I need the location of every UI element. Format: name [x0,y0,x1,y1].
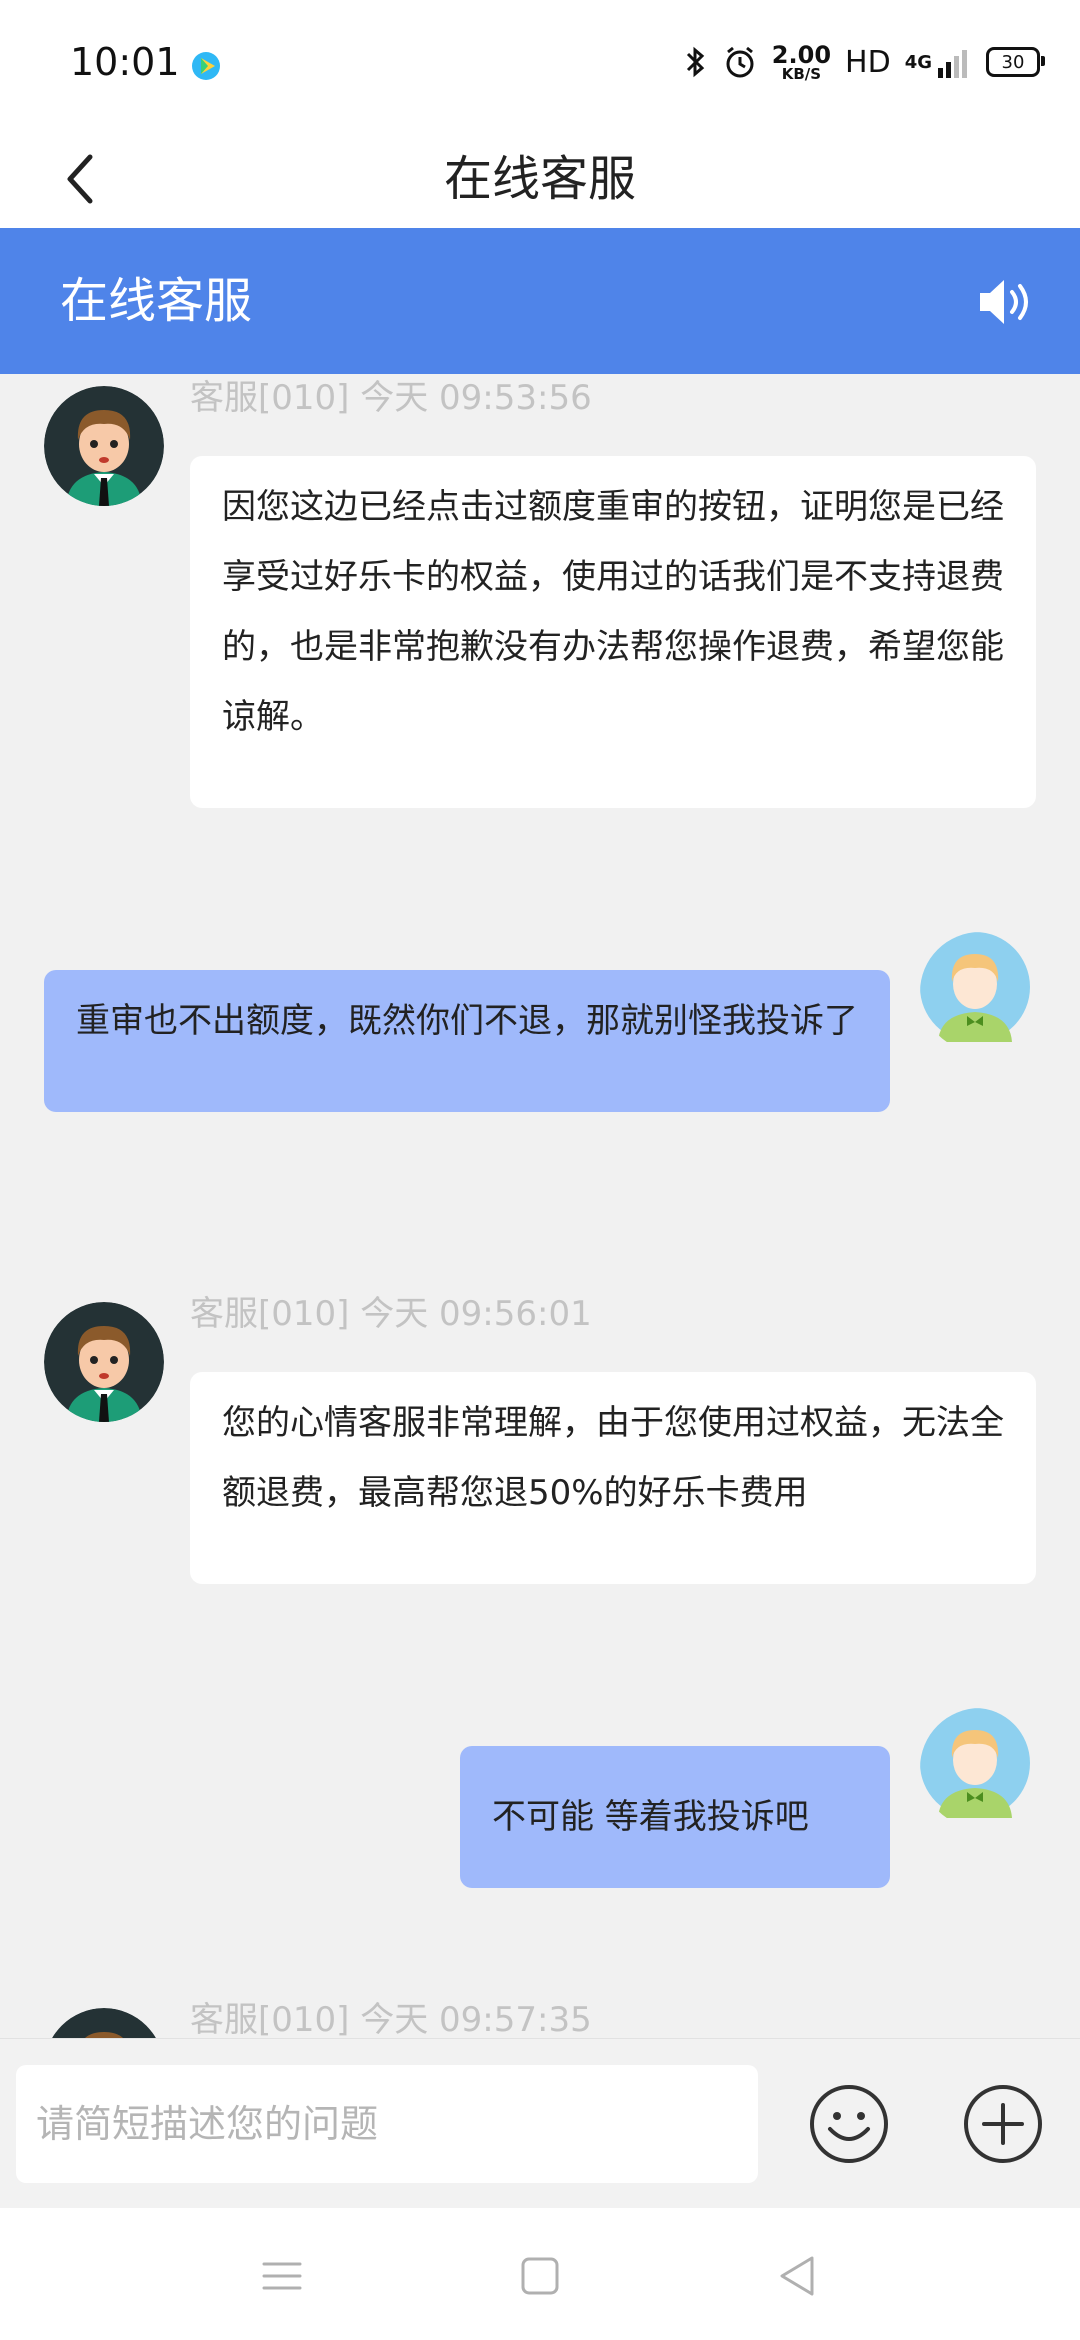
chat-header: 在线客服 [0,228,1080,374]
agent-avatar [44,2008,164,2038]
status-time: 10:01 [70,40,180,84]
net-speed-value: 2.00 [771,40,832,69]
network-type: 4G [904,51,932,73]
page-title: 在线客服 [443,151,636,207]
agent-message-bubble: 您的心情客服非常理解，由于您使用过权益，无法全额退费，最高帮您退50%的好乐卡费… [190,1372,1036,1584]
chat-area[interactable]: 客服[010] 今天 09:53:56 因您这边已经点击过额度重审的按钮，证明您… [0,374,1080,2038]
emoji-icon[interactable] [808,2083,890,2165]
message-meta: 客服[010] 今天 09:56:01 [190,1294,592,1334]
user-avatar [920,1708,1040,1828]
battery-icon: 30 [986,47,1045,77]
chat-header-title: 在线客服 [60,273,253,329]
back-triangle-icon[interactable] [770,2248,826,2304]
net-speed-unit: KB/S [781,64,822,83]
status-icons: 2.00 KB/S HD 4G 30 [684,42,1045,82]
video-app-icon [192,52,220,80]
agent-avatar [44,1302,164,1422]
message-meta: 客服[010] 今天 09:57:35 [190,2000,592,2038]
message-meta: 客服[010] 今天 09:53:56 [190,378,592,418]
plus-icon[interactable] [962,2083,1044,2165]
menu-icon[interactable] [254,2248,310,2304]
battery-level: 30 [1001,51,1025,73]
user-message-bubble: 不可能 等着我投诉吧 [460,1746,890,1888]
alarm-icon [726,46,754,78]
signal-icon [938,50,967,78]
agent-message-bubble: 因您这边已经点击过额度重审的按钮，证明您是已经享受过好乐卡的权益，使用过的话我们… [190,456,1036,808]
back-arrow-icon [67,154,93,204]
back-button[interactable] [40,136,120,222]
hd-indicator: HD [845,44,891,80]
status-bar: 10:01 2.00 KB/S HD 4G 30 [0,0,1080,130]
system-nav-bar [0,2208,1080,2340]
message-input[interactable] [16,2065,758,2183]
agent-avatar [44,386,164,506]
bluetooth-icon [686,46,705,78]
net-speed: 2.00 KB/S [772,43,831,82]
input-bar [0,2038,1080,2209]
home-icon[interactable] [512,2248,568,2304]
user-message-bubble: 重审也不出额度，既然你们不退，那就别怪我投诉了 [44,970,890,1112]
speaker-icon[interactable] [976,274,1036,330]
nav-bar: 在线客服 [0,130,1080,228]
user-avatar [920,932,1040,1052]
